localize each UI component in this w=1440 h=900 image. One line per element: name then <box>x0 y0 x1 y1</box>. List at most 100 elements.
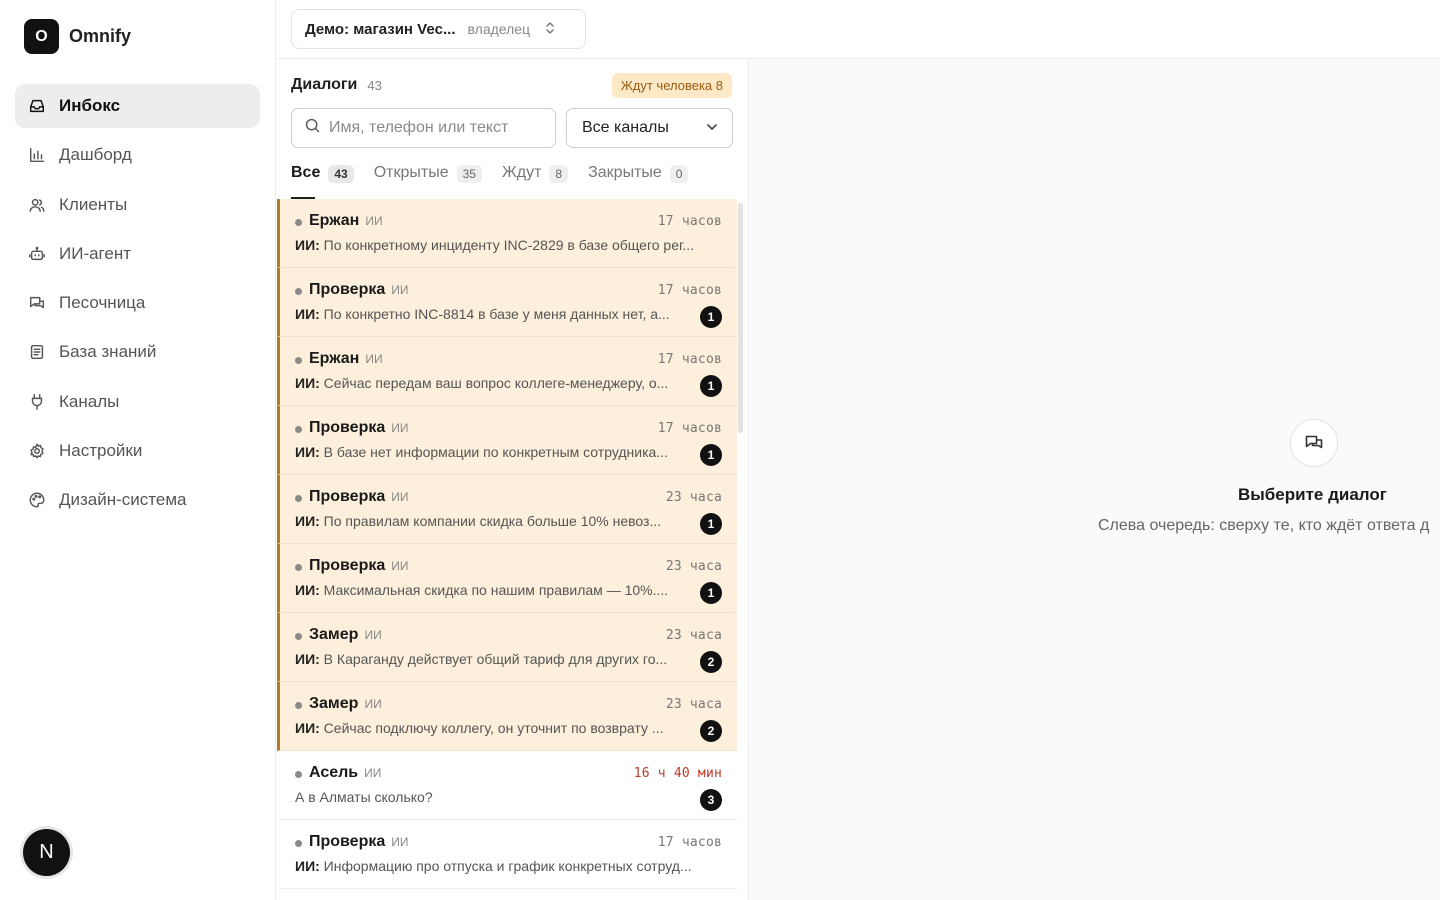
dialog-client-name: Проверка ИИ <box>309 488 409 505</box>
brand-logo: O <box>24 19 59 54</box>
dialogs-panel: Диалоги 43 Ждут человека 8 Все каналы Вс… <box>277 60 749 900</box>
waiting-human-badge[interactable]: Ждут человека 8 <box>611 72 732 98</box>
plug-icon <box>27 392 47 412</box>
org-switcher[interactable]: Демо: магазин Vec... владелец <box>291 9 586 49</box>
tab-label: Открытые <box>373 164 449 181</box>
status-dot <box>295 495 302 502</box>
channel-filter-value: Все каналы <box>582 119 669 136</box>
dialog-preview: ИИ: В Караганду действует общий тариф дл… <box>295 651 668 667</box>
dialog-time: 17 часов <box>657 421 722 436</box>
sidebar-item-sandbox[interactable]: Песочница <box>15 281 260 325</box>
dialog-preview: ИИ: По конкретно INC-8814 в базе у меня … <box>295 306 670 322</box>
dialog-row[interactable]: Проверка ИИ 17 часов ИИ: В базе нет инфор… <box>277 406 737 475</box>
channel-filter-select[interactable]: Все каналы <box>566 108 733 148</box>
search-input[interactable] <box>329 119 539 137</box>
sidebar-item-channels[interactable]: Каналы <box>15 380 260 424</box>
sidebar-item-ai-agent[interactable]: ИИ-агент <box>15 232 260 276</box>
dialog-preview: ИИ: По правилам компании скидка больше 1… <box>295 513 662 529</box>
unread-count-badge: 3 <box>700 789 722 811</box>
tab-label: Все <box>291 164 321 181</box>
chat-icon <box>27 293 47 313</box>
status-dot <box>295 633 302 640</box>
ai-tag: ИИ <box>364 697 382 711</box>
sidebar-nav: Инбокс Дашборд Клиенты ИИ-агент Песочниц… <box>15 84 260 528</box>
avatar[interactable]: N <box>23 829 70 876</box>
dialog-preview: ИИ: Сейчас подключу коллегу, он уточнит … <box>295 720 664 736</box>
ai-tag: ИИ <box>391 835 409 849</box>
tab-waiting[interactable]: Ждут 8 <box>501 164 569 200</box>
dialog-client-name: Проверка ИИ <box>309 281 409 298</box>
tab-count: 0 <box>669 165 689 183</box>
unread-count-badge: 2 <box>700 651 722 673</box>
tab-open[interactable]: Открытые 35 <box>374 164 482 200</box>
dialog-row[interactable]: Асель ИИ 16 ч 40 мин А в Алматы сколько? … <box>277 751 737 820</box>
dialogs-header: Диалоги 43 Ждут человека 8 <box>291 72 732 98</box>
dialog-row[interactable]: Замер ИИ 23 часа ИИ: Сейчас подключу колл… <box>277 682 737 751</box>
dialog-list: Ержан ИИ 17 часов ИИ: По конкретному инци… <box>277 199 737 889</box>
sidebar-item-design-system[interactable]: Дизайн-система <box>15 478 260 522</box>
dialog-client-name: Проверка ИИ <box>309 833 409 850</box>
dialog-client-name: Проверка ИИ <box>309 419 409 436</box>
gear-icon <box>27 441 47 461</box>
sidebar-item-label: Инбокс <box>59 96 121 115</box>
dialog-preview: ИИ: Информацию про отпуска и график конк… <box>295 858 692 874</box>
ai-tag: ИИ <box>364 766 382 780</box>
brand[interactable]: O Omnify <box>24 19 131 54</box>
topbar: Демо: магазин Vec... владелец <box>277 0 1440 59</box>
palette-icon <box>27 490 47 510</box>
unread-count-badge: 1 <box>700 582 722 604</box>
dialog-preview: ИИ: Максимальная скидка по нашим правила… <box>295 582 669 598</box>
dialog-time: 16 ч 40 мин <box>633 766 722 781</box>
sidebar-item-clients[interactable]: Клиенты <box>15 183 260 227</box>
unread-count-badge: 1 <box>700 513 722 535</box>
dialog-time: 23 часа <box>665 490 722 505</box>
sidebar-item-label: Дашборд <box>59 145 132 165</box>
org-role: владелец <box>467 21 531 37</box>
chevron-down-icon <box>707 124 717 130</box>
ai-tag: ИИ <box>391 559 409 573</box>
sidebar-item-dashboard[interactable]: Дашборд <box>15 133 260 177</box>
dialog-preview: А в Алматы сколько? <box>295 789 433 805</box>
tab-label: Закрытые <box>588 164 662 181</box>
unread-count-badge: 2 <box>700 720 722 742</box>
tab-all[interactable]: Все 43 <box>291 164 354 200</box>
dialog-client-name: Асель ИИ <box>309 764 382 781</box>
dialog-tabs: Все 43 Открытые 35 Ждут 8 Закрытые 0 <box>291 164 689 200</box>
ai-tag: ИИ <box>391 421 409 435</box>
dialog-row[interactable]: Проверка ИИ 23 часа ИИ: По правилам компа… <box>277 475 737 544</box>
dialog-list-scrollbar[interactable] <box>738 203 743 433</box>
dialog-row[interactable]: Замер ИИ 23 часа ИИ: В Караганду действуе… <box>277 613 737 682</box>
dialog-row[interactable]: Проверка ИИ 17 часов ИИ: Информацию про о… <box>277 820 737 889</box>
status-dot <box>295 771 302 778</box>
dialog-client-name: Ержан ИИ <box>309 350 383 367</box>
sidebar-item-label: Песочница <box>59 293 146 313</box>
ai-tag: ИИ <box>364 628 382 642</box>
sidebar-item-label: Каналы <box>59 391 120 411</box>
search-icon <box>304 117 321 139</box>
dialog-row[interactable]: Ержан ИИ 17 часов ИИ: Сейчас передам ваш … <box>277 337 737 406</box>
chart-icon <box>27 145 47 165</box>
dialog-row[interactable]: Ержан ИИ 17 часов ИИ: По конкретному инци… <box>277 199 737 268</box>
status-dot <box>295 219 302 226</box>
tab-closed[interactable]: Закрытые 0 <box>588 164 689 200</box>
ai-tag: ИИ <box>391 283 409 297</box>
dialog-time: 23 часа <box>665 559 722 574</box>
chat-bubbles-icon <box>1290 419 1338 467</box>
sidebar-item-settings[interactable]: Настройки <box>15 429 260 473</box>
ai-tag: ИИ <box>391 490 409 504</box>
sidebar-item-inbox[interactable]: Инбокс <box>15 84 260 128</box>
dialog-row[interactable]: Проверка ИИ 17 часов ИИ: По конкретно INC… <box>277 268 737 337</box>
sidebar-item-knowledge-base[interactable]: База знаний <box>15 330 260 374</box>
dialog-preview: ИИ: Сейчас передам ваш вопрос коллеге-ме… <box>295 375 669 391</box>
chevron-up-down-icon <box>544 21 556 38</box>
dialog-preview: ИИ: По конкретному инциденту INC-2829 в … <box>295 237 695 253</box>
tab-count: 8 <box>549 165 569 183</box>
status-dot <box>295 357 302 364</box>
dialog-time: 23 часа <box>665 628 722 643</box>
dialog-time: 17 часов <box>657 352 722 367</box>
tab-label: Ждут <box>501 164 542 181</box>
sidebar-item-label: Настройки <box>59 441 143 461</box>
sidebar-item-label: База знаний <box>59 342 157 362</box>
dialog-row[interactable]: Проверка ИИ 23 часа ИИ: Максимальная скид… <box>277 544 737 613</box>
dialog-client-name: Замер ИИ <box>309 626 382 643</box>
